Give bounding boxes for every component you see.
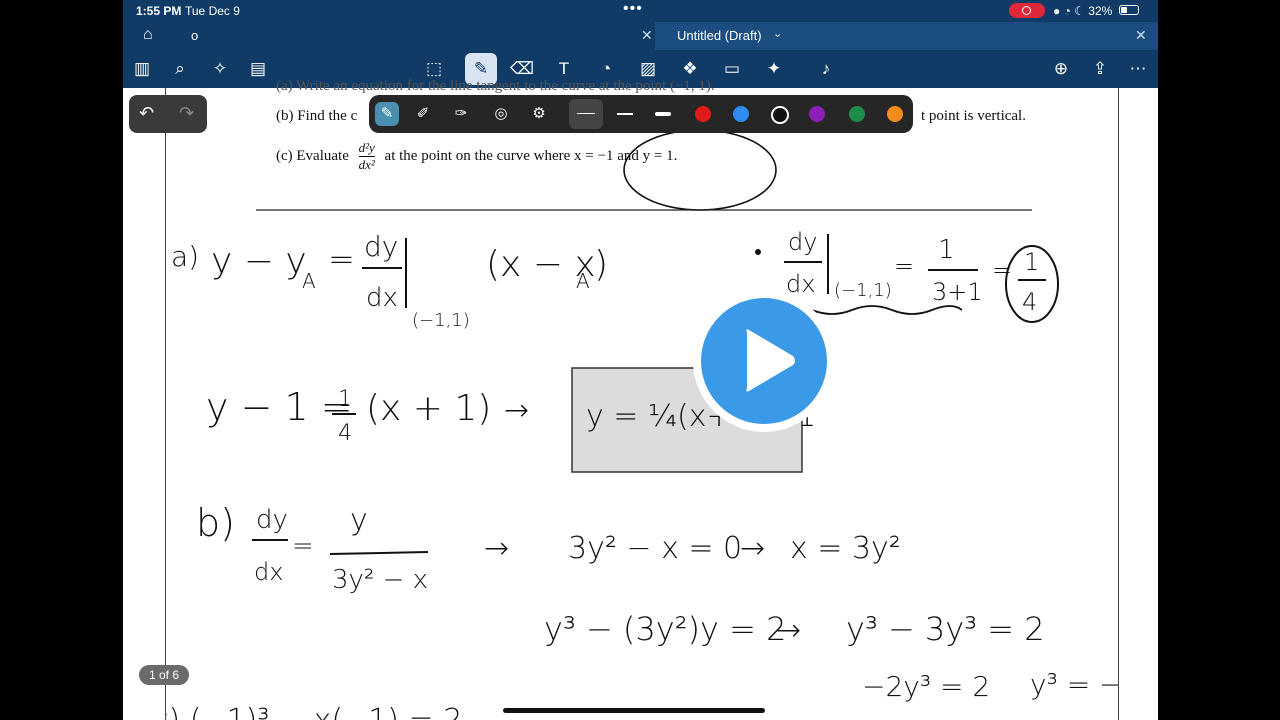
search-icon[interactable]: ⌕ (167, 56, 193, 82)
work-b-dx: dx (254, 558, 283, 586)
tab-2-title: Untitled (Draft) (677, 28, 762, 43)
screen-record-icon (1009, 3, 1045, 18)
tab-untitled-draft[interactable]: Untitled (Draft) ⌄ ✕ (655, 22, 1158, 50)
close-tab-2-icon[interactable]: ✕ (1135, 27, 1147, 44)
work-b-sub: y³ − (3y²)y = 2 (544, 610, 786, 648)
play-button-circle (701, 298, 827, 424)
work-arrow-3: → (740, 531, 765, 566)
color-black-selected[interactable] (771, 106, 789, 124)
work-b-cond2: x = 3y² (790, 531, 901, 566)
work-a-lhs-sub: A (302, 269, 316, 293)
battery-percent: 32% (1088, 4, 1113, 18)
work-line2-den: 4 (338, 421, 352, 446)
ai-sparkle-icon[interactable]: ✧ (207, 56, 233, 82)
work-arrow-4: → (776, 613, 801, 648)
color-blue[interactable] (733, 106, 749, 122)
thickness-medium[interactable] (617, 113, 633, 115)
undo-redo-panel: ↶ ↷ (129, 95, 207, 133)
work-a-lhs: y − y (211, 241, 307, 282)
work-slope-eq2: = (992, 256, 1012, 284)
page-indicator: 1 of 6 (139, 665, 189, 685)
work-slope-eval: (−1,1) (834, 280, 892, 301)
notes-icon[interactable]: ▤ (245, 56, 271, 82)
undo-icon[interactable]: ↶ (139, 103, 154, 124)
tab-1[interactable]: o (191, 28, 198, 43)
status-time: 1:55 PM (136, 4, 182, 18)
favorite-pen-icon[interactable]: ◎ (489, 102, 513, 126)
fountain-pen-icon[interactable]: ✎ (375, 102, 399, 126)
share-icon[interactable]: ⇪ (1087, 56, 1113, 82)
work-b-res: −2y³ = 2 (862, 670, 990, 703)
status-bar: 1:55 PM Tue Dec 9 ••• ● ◔ ☾ 32% (123, 0, 1158, 22)
more-icon[interactable]: ⋯ (1125, 56, 1151, 82)
work-a-label: a) (171, 240, 199, 273)
work-b-sub2: y³ − 3y³ = 2 (846, 610, 1045, 648)
work-slope-result-den: 4 (1022, 288, 1037, 316)
redo-icon[interactable]: ↷ (179, 103, 194, 124)
document-page[interactable]: (a) Write an equation for the line tange… (165, 78, 1119, 720)
home-tab-icon[interactable]: ⌂ (143, 26, 153, 44)
close-tab-1-icon[interactable]: ✕ (641, 27, 653, 44)
work-a-rhs-sub: A (576, 269, 590, 293)
sticky-note-icon[interactable]: ▭ (719, 56, 745, 82)
work-arrow-2: → (484, 531, 509, 566)
pen-palette: ✎ ✐ ✑ ◎ ⚙ (369, 95, 913, 133)
work-a-dx: dx (366, 283, 398, 313)
work-slope-den: 3+1 (932, 278, 983, 306)
work-b-num: y (350, 503, 368, 538)
ballpoint-pen-icon[interactable]: ✐ (411, 102, 435, 126)
tab-bar: ⌂ o ✕ Untitled (Draft) ⌄ ✕ (123, 22, 1158, 50)
color-orange[interactable] (887, 106, 903, 122)
color-purple[interactable] (809, 106, 825, 122)
pen-settings-icon[interactable]: ⚙ (527, 102, 551, 126)
work-slope-dy: dy (788, 228, 817, 256)
brush-pen-icon[interactable]: ✑ (449, 102, 473, 126)
home-indicator[interactable] (503, 708, 765, 713)
color-red[interactable] (695, 106, 711, 122)
thickness-fine[interactable] (569, 99, 603, 129)
work-b-cond: 3y² − x = 0 (568, 531, 742, 566)
work-b-den: 3y² − x (332, 565, 428, 595)
work-b-label: b) (196, 501, 235, 545)
ipad-screen: 1:55 PM Tue Dec 9 ••• ● ◔ ☾ 32% ⌂ o ✕ Un… (123, 0, 1158, 720)
status-date: Tue Dec 9 (185, 4, 240, 18)
work-line2-num: 1 (338, 387, 352, 412)
work-a-rhs-close: ) (594, 244, 608, 285)
work-line2: y − 1 = (206, 385, 353, 429)
ink-circle-point (623, 129, 777, 211)
battery-icon (1119, 5, 1139, 15)
thickness-thick[interactable] (655, 112, 671, 116)
work-arrow-1: → (504, 393, 529, 428)
system-icons: ● ◔ ☾ 32% (1053, 4, 1113, 18)
work-b-res2: y³ = −1 (1030, 668, 1118, 701)
multitask-dots[interactable]: ••• (623, 0, 643, 18)
work-a-dy: dy (364, 230, 398, 263)
handwriting-layer: a) y − y A = dy dx (−1,1) (x − x A ) dy … (166, 129, 1118, 720)
work-b-dy: dy (256, 505, 288, 535)
audio-record-icon[interactable]: ♪ (813, 56, 839, 82)
work-b-eq: = (292, 531, 314, 561)
laser-pointer-icon[interactable]: ✦ (761, 56, 787, 82)
color-green[interactable] (849, 106, 865, 122)
play-icon (746, 329, 795, 392)
work-c-partial: c) (−1)³ − x(−1) = 2 (166, 703, 462, 720)
work-slope-dx: dx (786, 270, 815, 298)
sidebar-icon[interactable]: ▥ (129, 56, 155, 82)
work-slope-num: 1 (938, 235, 955, 265)
work-line2-tail: (x + 1) (366, 388, 491, 429)
work-a-eval: (−1,1) (412, 310, 470, 331)
work-slope-result-num: 1 (1024, 248, 1039, 276)
chevron-down-icon[interactable]: ⌄ (773, 27, 782, 40)
play-button[interactable] (693, 290, 835, 432)
work-slope-eq: = (894, 252, 914, 280)
work-a-equals: = (328, 240, 355, 278)
add-page-icon[interactable]: ⊕ (1048, 56, 1074, 82)
